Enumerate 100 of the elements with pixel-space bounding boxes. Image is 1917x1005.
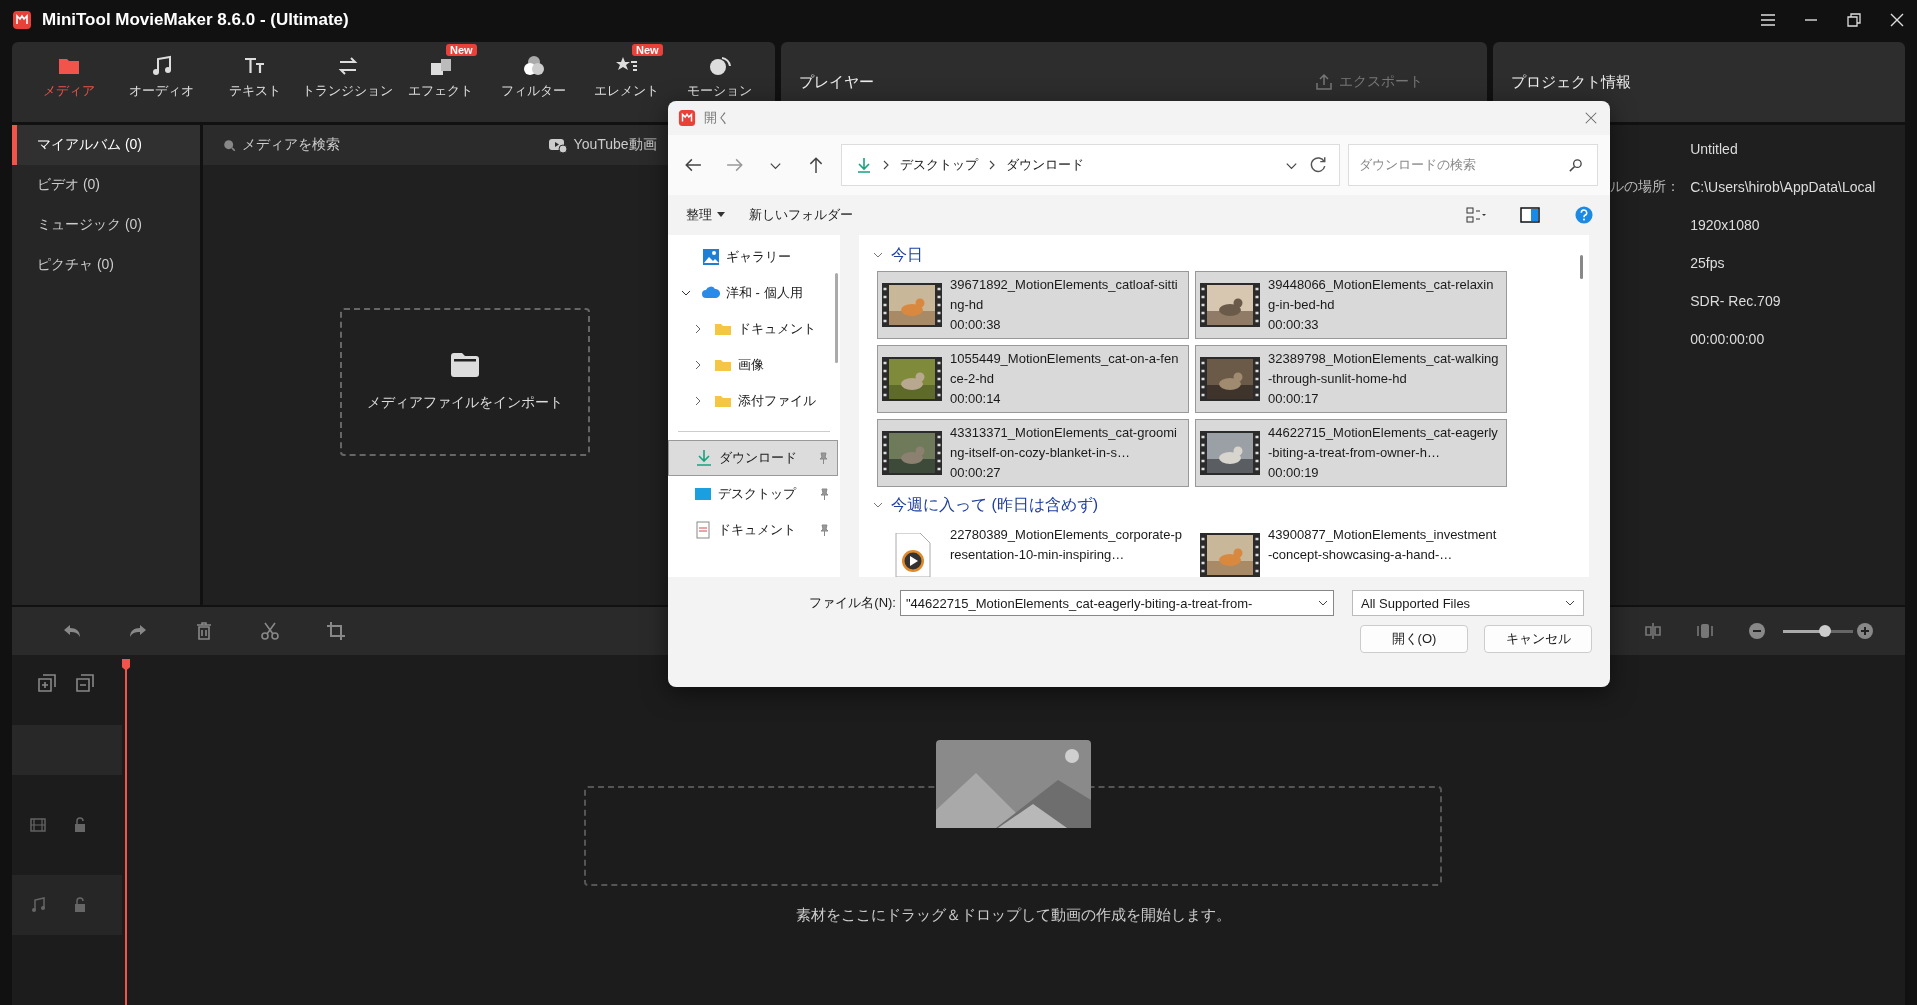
zoom-out-icon[interactable] [1747,621,1767,641]
view-options-icon[interactable] [1466,206,1486,224]
chevron-icon[interactable] [681,288,691,298]
toolbar-tab[interactable]: テキスト [208,44,301,100]
new-badge: New [446,44,477,56]
import-dropzone[interactable]: メディアファイルをインポート [339,308,590,456]
toolbar-tab-icon [521,54,546,78]
cancel-button[interactable]: キャンセル [1484,625,1592,653]
document-icon [694,521,712,539]
zoom-in-icon[interactable] [1855,621,1875,641]
download-icon [856,157,872,173]
window-title: MiniTool MovieMaker 8.6.0 - (Ultimate) [42,10,349,30]
timeline-dropzone[interactable] [584,740,1442,886]
restore-icon[interactable] [1846,12,1862,28]
chevron-right-icon [988,160,996,170]
file-item[interactable]: 39671892_MotionElements_catloaf-sitting-hd 00:00:38 [877,271,1189,339]
new-folder-button[interactable]: 新しいフォルダー [743,202,859,228]
refresh-icon[interactable] [1309,156,1328,174]
youtube-link[interactable]: YouTube動画 [573,136,657,154]
file-item[interactable]: 43313371_MotionElements_cat-grooming-itself-on-cozy-blanket-in-s… 00:00:27 [877,419,1189,487]
file-duration: 00:00:38 [950,316,1002,334]
pin-icon[interactable] [818,524,830,536]
pin-icon[interactable] [817,452,829,464]
slider-thumb[interactable] [1819,624,1831,637]
category-item[interactable]: マイアルバム (0) [12,125,200,165]
info-value: 1920x1080 [1690,217,1760,233]
scissors-icon[interactable] [260,621,280,641]
toolbar-tab[interactable]: フィルター [487,44,580,100]
search-field[interactable]: ダウンロードの検索 [1348,144,1598,186]
file-item[interactable]: 44622715_MotionElements_cat-eagerly-biting-a-treat-from-owner-h… 00:00:19 [1195,419,1507,487]
nav-item[interactable]: ギャラリー [668,239,840,275]
file-name: 22780389_MotionElements_corporate-presentation-10-min-inspiring… [950,526,1182,564]
info-label: ルの場所： [1610,178,1681,194]
playhead[interactable] [122,659,130,1005]
toolbar-tab[interactable]: New エフェクト [394,44,487,100]
chevron-icon[interactable] [693,396,703,406]
forward-icon[interactable] [726,156,744,174]
nav-item[interactable]: 添付ファイル [668,383,840,419]
group-header[interactable]: 今週に入って (昨日は含めず) [873,493,1589,517]
file-name: 44622715_MotionElements_cat-eagerly-biting-a-treat-from-owner-h… [1268,424,1499,462]
file-type-dropdown[interactable]: All Supported Files [1352,590,1584,616]
quick-access-item[interactable]: ドキュメント [668,512,838,548]
add-track-icon[interactable] [37,673,57,693]
category-item[interactable]: ピクチャ (0) [12,245,200,285]
toolbar-tab-icon [707,54,732,78]
file-name-field[interactable]: "44622715_MotionElements_cat-eagerly-biting-a-treat-from- [900,590,1334,616]
toolbar-tab[interactable]: モーション [673,44,766,100]
file-name: 1055449_MotionElements_cat-on-a-fence-2-hd [950,350,1180,388]
quick-access-item[interactable]: ダウンロード [668,440,838,476]
file-item[interactable]: 32389798_MotionElements_cat-walking-through-sunlit-home-hd 00:00:17 [1195,345,1507,413]
breadcrumb-item[interactable]: ダウンロード [1006,156,1084,174]
file-item[interactable]: 39448066_MotionElements_cat-relaxing-in-bed-hd 00:00:33 [1195,271,1507,339]
toolbar-tab[interactable]: トランジション [301,44,394,100]
file-duration: 00:00:14 [950,390,1002,408]
file-duration: 00:00:27 [950,464,1002,482]
category-item[interactable]: ビデオ (0) [12,165,200,205]
pin-icon[interactable] [818,488,830,500]
address-bar[interactable]: デスクトップ ダウンロード [841,144,1341,186]
help-icon[interactable] [1574,206,1594,224]
chevron-icon[interactable] [693,324,703,334]
toolbar-tab[interactable]: New エレメント [580,44,673,100]
menu-icon[interactable] [1760,12,1776,28]
toolbar-tab[interactable]: オーディオ [115,44,208,100]
file-name-label: ファイル名(N): [808,594,897,612]
file-item[interactable]: 1055449_MotionElements_cat-on-a-fence-2-hd 00:00:14 [877,345,1189,413]
group-header[interactable]: 今日 [873,243,1589,267]
crop-icon[interactable] [326,621,346,641]
info-value: SDR- Rec.709 [1690,293,1781,309]
toolbar-tab[interactable]: メディア [22,44,115,100]
lock-icon[interactable] [72,897,88,913]
up-icon[interactable] [807,156,825,174]
nav-item[interactable]: 画像 [668,347,840,383]
file-item[interactable]: 22780389_MotionElements_corporate-presentation-10-min-inspiring… [877,521,1189,577]
open-button[interactable]: 開く(O) [1360,625,1468,653]
breadcrumb-item[interactable]: デスクトップ [900,156,978,174]
preview-pane-icon[interactable] [1520,206,1540,224]
nav-item[interactable]: ドキュメント [668,311,840,347]
new-badge: New [632,44,663,56]
remove-track-icon[interactable] [75,673,95,693]
split-icon[interactable] [1695,621,1715,641]
file-name: 39671892_MotionElements_catloaf-sitting-hd [950,276,1179,314]
nav-item[interactable]: 洋和 - 個人用 [668,275,840,311]
chevron-icon[interactable] [693,360,703,370]
info-value: C:\Users\hirob\AppData\Local [1690,179,1876,195]
project-info-title: プロジェクト情報 [1511,72,1632,92]
delete-icon[interactable] [194,621,214,641]
fit-icon[interactable] [1643,621,1663,641]
back-icon[interactable] [684,156,702,174]
quick-access-item[interactable]: デスクトップ [668,476,838,512]
file-duration: 00:00:33 [1268,316,1320,334]
organize-menu[interactable]: 整理 [680,202,731,228]
file-item[interactable]: 43900877_MotionElements_investment-concept-showcasing-a-hand-… [1195,521,1507,577]
chevron-icon [873,250,883,260]
chevron-down-icon[interactable] [1318,600,1328,606]
media-search-field[interactable]: メディアを検索 [242,136,340,154]
video-download-icon [547,137,568,153]
chevron-right-icon [882,160,890,170]
category-item[interactable]: ミュージック (0) [12,205,200,245]
file-name: 39448066_MotionElements_cat-relaxing-in-bed-hd [1268,276,1495,314]
lock-icon[interactable] [72,817,88,833]
